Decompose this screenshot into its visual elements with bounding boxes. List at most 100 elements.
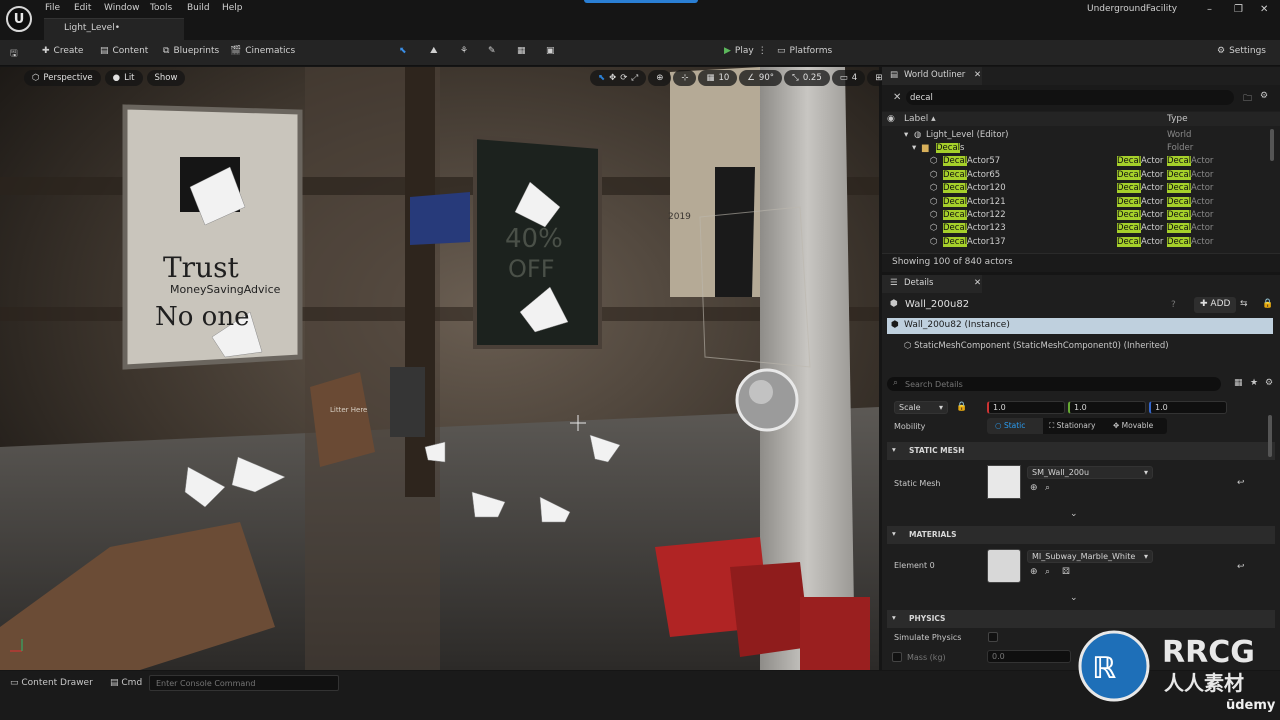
mobility-static[interactable]: ○ Static <box>987 418 1043 434</box>
scale-z-field[interactable]: 1.0 <box>1149 401 1227 414</box>
type-column-header[interactable]: Type <box>1167 114 1188 124</box>
transform-tools[interactable]: ⬉ ✥ ⟳ ⤢ <box>590 70 647 86</box>
menu-window[interactable]: Window <box>104 3 140 13</box>
expand-arrow-icon[interactable]: ▾ <box>912 143 922 153</box>
use-selected-icon[interactable]: ⊕ <box>1030 567 1038 577</box>
menu-build[interactable]: Build <box>187 3 210 13</box>
modeling-mode-icon[interactable]: ▣ <box>546 46 555 56</box>
perspective-button[interactable]: ⬡ Perspective <box>24 70 101 86</box>
material-thumbnail[interactable] <box>987 549 1021 583</box>
folder-add-icon[interactable]: 🗀 <box>1243 91 1252 107</box>
browse-search-icon[interactable]: ⌕ <box>1045 483 1050 493</box>
mass-field[interactable]: 0.0 <box>987 650 1071 663</box>
save-icon[interactable]: 🖫 <box>10 46 18 62</box>
scale-y-field[interactable]: 1.0 <box>1068 401 1146 414</box>
menu-tools[interactable]: Tools <box>150 3 172 13</box>
create-button[interactable]: ✚ Create <box>42 46 83 56</box>
play-options-icon[interactable]: ⋮ <box>758 46 767 56</box>
section-materials[interactable]: ▾ MATERIALS <box>887 526 1275 544</box>
label-column-header[interactable]: Label ▴ <box>904 114 936 124</box>
expand-arrow-icon[interactable]: ▾ <box>904 130 914 140</box>
outliner-settings-icon[interactable]: ⚙ <box>1260 91 1268 101</box>
component-row[interactable]: ⬡ StaticMeshComponent (StaticMeshCompone… <box>904 341 1169 351</box>
menu-help[interactable]: Help <box>222 3 243 13</box>
details-tab[interactable]: ☰ Details ✕ <box>882 275 982 293</box>
details-search-bar[interactable]: ⌕ <box>887 377 1221 391</box>
landscape-mode-icon[interactable]: ⛰ <box>430 46 438 56</box>
simulate-physics-checkbox[interactable] <box>988 632 998 642</box>
help-icon[interactable]: ? <box>1171 300 1176 310</box>
tree-row-actor[interactable]: ⬡ Decal Actor57 DecalActor DecalActor <box>882 155 1272 168</box>
show-button[interactable]: Show <box>146 70 186 86</box>
expand-advanced-icon[interactable]: ⌄ <box>1070 593 1078 603</box>
tree-row-actor[interactable]: ⬡ Decal Actor65 DecalActor DecalActor <box>882 168 1272 181</box>
maximize-icon[interactable]: ❐ <box>1234 4 1243 15</box>
scale-lock-icon[interactable]: 🔒 <box>956 402 967 412</box>
details-search-input[interactable] <box>905 378 1205 390</box>
clear-search-icon[interactable]: ✕ <box>893 92 901 103</box>
instance-row[interactable]: ⬢ Wall_200u82 (Instance) <box>887 318 1273 334</box>
expand-advanced-icon[interactable]: ⌄ <box>1070 509 1078 519</box>
grid-snap-button[interactable]: ▦ 10 <box>698 70 738 86</box>
scale-snap-button[interactable]: ⤡ 0.25 <box>784 70 830 86</box>
section-static-mesh[interactable]: ▾ STATIC MESH <box>887 442 1275 460</box>
favorite-star-icon[interactable]: ★ <box>1250 378 1258 388</box>
tree-row-folder[interactable]: ▾ ▆ Decal s Folder <box>882 141 1272 154</box>
blueprints-button[interactable]: ⧉ Blueprints <box>163 46 219 56</box>
menu-file[interactable]: File <box>45 3 60 13</box>
rotation-snap-button[interactable]: ∠ 90° <box>739 70 782 86</box>
select-mode-icon[interactable]: ⬉ <box>399 46 407 56</box>
content-drawer-button[interactable]: ▭ Content Drawer <box>10 678 93 688</box>
close-tab-icon[interactable]: ✕ <box>974 278 981 288</box>
lit-button[interactable]: ● Lit <box>104 70 143 86</box>
cmd-button[interactable]: ▤ Cmd <box>110 678 142 688</box>
platforms-button[interactable]: ▭ Platforms <box>777 46 832 56</box>
content-button[interactable]: ▤ Content <box>100 46 148 56</box>
mobility-stationary[interactable]: ⛶ Stationary <box>1043 418 1107 434</box>
surface-snap-button[interactable]: ⊹ <box>673 70 697 86</box>
mesh-paint-icon[interactable]: ✎ <box>488 46 496 56</box>
add-component-button[interactable]: ✚ ADD <box>1194 297 1237 313</box>
unreal-logo-icon[interactable]: U <box>6 6 32 32</box>
mass-override-checkbox[interactable] <box>892 652 902 662</box>
use-selected-icon[interactable]: ⊕ <box>1030 483 1038 493</box>
tree-row-actor[interactable]: ⬡ Decal Actor123 DecalActor DecalActor <box>882 222 1272 235</box>
blueprint-icon[interactable]: ⇆ <box>1240 299 1248 309</box>
close-tab-icon[interactable]: ✕ <box>974 70 981 80</box>
camera-speed-button[interactable]: ▭ 4 <box>831 70 866 86</box>
fracture-mode-icon[interactable]: ▦ <box>517 46 526 56</box>
tree-row-actor[interactable]: ⬡ Decal Actor121 DecalActor DecalActor <box>882 195 1272 208</box>
material-options-icon[interactable]: ⚄ <box>1062 567 1070 577</box>
menu-edit[interactable]: Edit <box>74 3 91 13</box>
play-button[interactable]: ▶ Play ⋮ <box>724 46 767 56</box>
details-scrollbar[interactable] <box>1268 415 1272 457</box>
tree-row-actor[interactable]: ⬡ Decal Actor137 DecalActor DecalActor <box>882 235 1272 248</box>
minimize-icon[interactable]: – <box>1207 4 1212 15</box>
settings-button[interactable]: ⚙ Settings <box>1217 46 1266 56</box>
static-mesh-dropdown[interactable]: SM_Wall_200u ▾ <box>1027 466 1153 479</box>
foliage-mode-icon[interactable]: ⚘ <box>460 46 468 56</box>
outliner-search-input[interactable] <box>906 90 1234 105</box>
visibility-eye-icon[interactable]: ◉ <box>887 114 895 124</box>
cinematics-button[interactable]: 🎬 Cinematics <box>230 46 295 56</box>
tree-row-root[interactable]: ▾ ◍ Light_Level (Editor) World <box>882 128 1272 141</box>
level-viewport[interactable]: Trust MoneySavingAdvice No one 2019 40% … <box>0 67 879 670</box>
mobility-movable[interactable]: ✥ Movable <box>1107 418 1167 434</box>
scale-x-field[interactable]: 1.0 <box>987 401 1065 414</box>
static-mesh-thumbnail[interactable] <box>987 465 1021 499</box>
console-command-input[interactable] <box>149 675 339 691</box>
lock-icon[interactable]: 🔒 <box>1262 299 1273 309</box>
reset-arrow-icon[interactable]: ↩ <box>1237 478 1245 488</box>
level-tab[interactable]: Light_Level• <box>44 18 184 40</box>
world-local-toggle[interactable]: ⊕ <box>648 70 672 86</box>
scale-dropdown[interactable]: Scale ▾ <box>894 401 948 414</box>
object-name[interactable]: Wall_200u82 <box>905 299 969 310</box>
tree-row-actor[interactable]: ⬡ Decal Actor122 DecalActor DecalActor <box>882 208 1272 221</box>
close-window-icon[interactable]: ✕ <box>1260 4 1268 15</box>
tree-row-actor[interactable]: ⬡ Decal Actor120 DecalActor DecalActor <box>882 182 1272 195</box>
outliner-scrollbar[interactable] <box>1270 129 1274 161</box>
browse-search-icon[interactable]: ⌕ <box>1045 567 1050 577</box>
table-view-icon[interactable]: ▦ <box>1234 378 1243 388</box>
material-dropdown[interactable]: MI_Subway_Marble_White ▾ <box>1027 550 1153 563</box>
reset-arrow-icon[interactable]: ↩ <box>1237 562 1245 572</box>
